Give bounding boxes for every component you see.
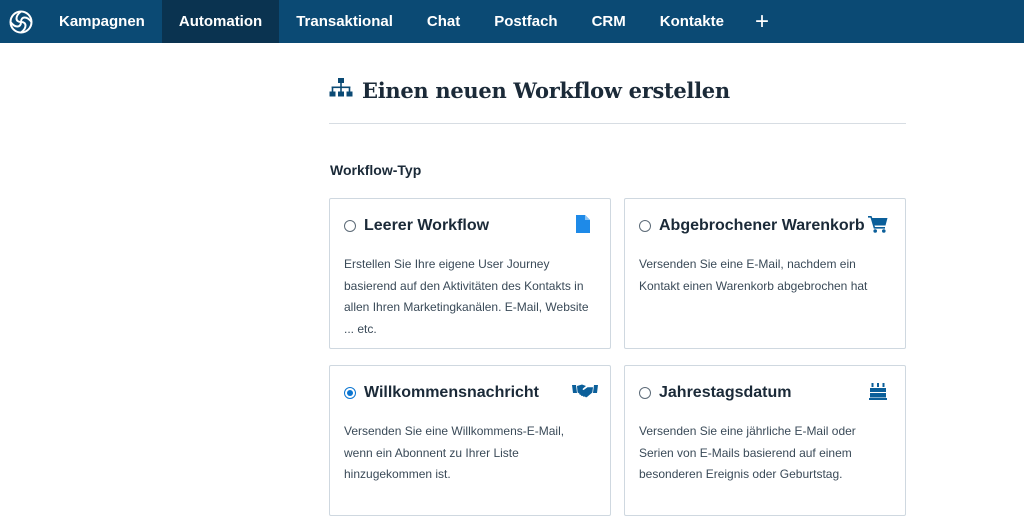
handshake-icon (572, 380, 598, 402)
workflow-option-leerer-workflow[interactable]: Leerer Workflow Erstellen Sie Ihre eigen… (329, 198, 611, 349)
radio-willkommensnachricht[interactable] (344, 387, 356, 399)
card-title: Jahrestagsdatum (659, 384, 792, 401)
page-header: Einen neuen Workflow erstellen (329, 78, 730, 103)
document-icon (572, 213, 594, 235)
sitemap-icon (329, 78, 353, 103)
cart-icon (867, 213, 889, 235)
workflow-option-abgebrochener-warenkorb[interactable]: Abgebrochener Warenkorb Versenden Sie ei… (624, 198, 906, 349)
card-header: Jahrestagsdatum (639, 384, 891, 402)
card-description: Versenden Sie eine jährliche E-Mail oder… (639, 424, 856, 481)
birthday-cake-icon (867, 380, 889, 402)
card-description: Versenden Sie eine E-Mail, nachdem ein K… (639, 257, 868, 293)
nav-item-crm[interactable]: CRM (575, 0, 643, 43)
nav-item-automation[interactable]: Automation (161, 0, 280, 43)
card-header: Leerer Workflow (344, 217, 596, 235)
card-description: Versenden Sie eine Willkommens-E-Mail, w… (344, 424, 565, 481)
radio-leerer-workflow[interactable] (344, 220, 356, 232)
top-navigation: Kampagnen Automation Transaktional Chat … (0, 0, 1024, 43)
card-title: Leerer Workflow (364, 217, 490, 234)
workflow-type-label: Workflow-Typ (330, 162, 422, 178)
nav-item-kampagnen[interactable]: Kampagnen (42, 0, 162, 43)
header-divider (329, 123, 906, 124)
workflow-option-jahrestagsdatum[interactable]: Jahrestagsdatum Versenden Sie eine jährl… (624, 365, 906, 516)
card-title: Abgebrochener Warenkorb (659, 217, 865, 234)
card-description: Erstellen Sie Ihre eigene User Journey b… (344, 257, 589, 336)
nav-item-transaktional[interactable]: Transaktional (279, 0, 410, 43)
card-title: Willkommensnachricht (364, 384, 540, 401)
radio-jahrestagsdatum[interactable] (639, 387, 651, 399)
nav-item-postfach[interactable]: Postfach (477, 0, 574, 43)
nav-item-kontakte[interactable]: Kontakte (643, 0, 741, 43)
spiral-logo-icon[interactable] (0, 0, 42, 43)
card-header: Abgebrochener Warenkorb (639, 217, 891, 235)
radio-abgebrochener-warenkorb[interactable] (639, 220, 651, 232)
page-title: Einen neuen Workflow erstellen (362, 78, 730, 103)
card-header: Willkommensnachricht (344, 384, 596, 402)
nav-item-chat[interactable]: Chat (410, 0, 477, 43)
add-nav-button[interactable]: + (741, 0, 783, 43)
workflow-option-willkommensnachricht[interactable]: Willkommensnachricht Versenden Sie eine … (329, 365, 611, 516)
